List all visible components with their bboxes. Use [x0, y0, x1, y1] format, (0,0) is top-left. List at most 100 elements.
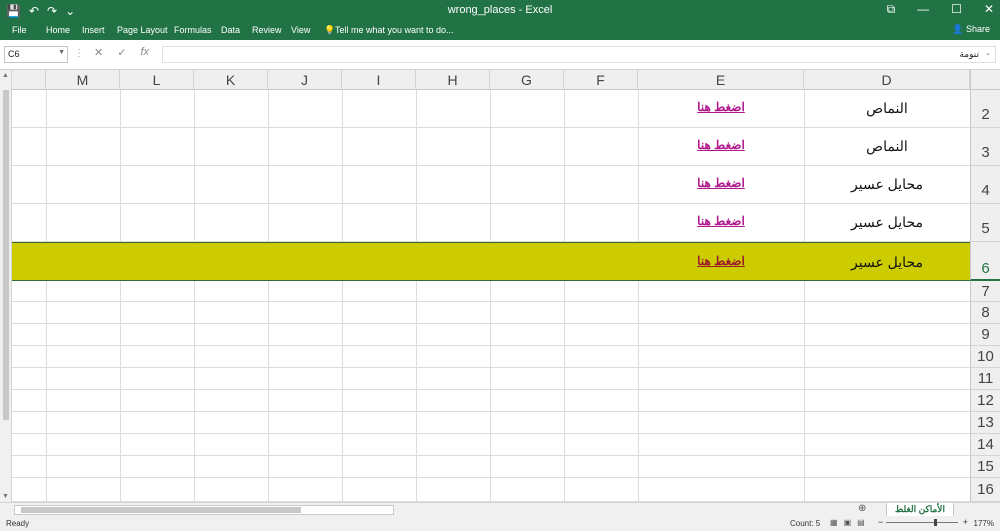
- tab-page-layout[interactable]: Page Layout: [117, 25, 168, 35]
- table-row[interactable]: [12, 478, 970, 502]
- hyperlink-cell[interactable]: اضغط هنا: [638, 254, 804, 268]
- tab-view[interactable]: View: [291, 25, 310, 35]
- window-title: wrong_places - Excel: [447, 4, 553, 16]
- column-header-m[interactable]: M: [46, 70, 120, 90]
- tab-formulas[interactable]: Formulas: [174, 25, 212, 35]
- row-header-selected[interactable]: 6: [970, 242, 1000, 281]
- window-controls: ⧉ — ☐ ✕: [887, 2, 994, 17]
- row-header[interactable]: 14: [970, 434, 1000, 456]
- column-header-d[interactable]: D: [804, 70, 970, 90]
- row-header[interactable]: 11: [970, 368, 1000, 390]
- normal-view-icon[interactable]: ▦: [830, 518, 838, 527]
- column-header-h[interactable]: H: [416, 70, 490, 90]
- zoom-slider[interactable]: − +: [878, 517, 968, 528]
- lightbulb-icon: 💡: [324, 25, 336, 35]
- sheet-tab-active[interactable]: الأماكن الغلط: [886, 503, 954, 517]
- tab-insert[interactable]: Insert: [82, 25, 105, 35]
- formula-buttons: ✕ ✓ fx: [94, 46, 149, 59]
- insert-function-icon[interactable]: fx: [140, 46, 149, 59]
- chevron-down-icon[interactable]: ▼: [58, 49, 65, 56]
- zoom-in-icon[interactable]: +: [963, 517, 968, 527]
- close-icon[interactable]: ✕: [984, 2, 994, 17]
- column-header-k[interactable]: K: [194, 70, 268, 90]
- enter-icon[interactable]: ✓: [117, 46, 126, 59]
- row-header[interactable]: 2: [970, 90, 1000, 128]
- table-row[interactable]: اضغط هنا النماص: [12, 128, 970, 166]
- tab-review[interactable]: Review: [252, 25, 282, 35]
- table-row[interactable]: [12, 346, 970, 368]
- hyperlink-cell[interactable]: اضغط هنا: [638, 138, 804, 152]
- row-header[interactable]: 7: [970, 281, 1000, 302]
- row-header[interactable]: 9: [970, 324, 1000, 346]
- hyperlink-cell[interactable]: اضغط هنا: [638, 100, 804, 114]
- row-header[interactable]: 10: [970, 346, 1000, 368]
- formula-bar-divider-icon: ⋮: [74, 48, 84, 59]
- city-cell[interactable]: النماص: [804, 138, 970, 155]
- tell-me-box[interactable]: Tell me what you want to do...: [335, 25, 454, 35]
- table-row[interactable]: [12, 324, 970, 346]
- tab-data[interactable]: Data: [221, 25, 240, 35]
- selected-row[interactable]: اضغط هنا محايل عسير: [12, 242, 970, 281]
- select-all-corner[interactable]: [970, 70, 1000, 90]
- scroll-down-icon[interactable]: ▼: [2, 493, 9, 500]
- table-row[interactable]: [12, 368, 970, 390]
- table-row[interactable]: [12, 390, 970, 412]
- worksheet-grid[interactable]: ▲ ▼ M L K J I H G F E D اضغط هنا النماص …: [0, 70, 1000, 502]
- row-header[interactable]: 8: [970, 302, 1000, 324]
- expand-formula-bar-icon[interactable]: ⌄: [985, 49, 991, 57]
- scroll-thumb[interactable]: [3, 90, 9, 420]
- zoom-out-icon[interactable]: −: [878, 517, 883, 527]
- new-sheet-icon[interactable]: ⊕: [858, 503, 866, 514]
- scroll-up-icon[interactable]: ▲: [2, 72, 9, 79]
- page-layout-view-icon[interactable]: ▣: [844, 518, 852, 527]
- vertical-scrollbar[interactable]: ▲ ▼: [0, 70, 12, 502]
- row-header[interactable]: 15: [970, 456, 1000, 478]
- column-header-g[interactable]: G: [490, 70, 564, 90]
- city-cell[interactable]: محايل عسير: [804, 214, 970, 231]
- row-header[interactable]: 3: [970, 128, 1000, 166]
- view-buttons: ▦ ▣ ▤: [830, 518, 865, 527]
- formula-input[interactable]: تنومة ⌄: [162, 46, 996, 63]
- table-row[interactable]: [12, 412, 970, 434]
- share-button[interactable]: 👤 Share: [952, 24, 990, 35]
- city-cell[interactable]: النماص: [804, 100, 970, 117]
- column-header-i[interactable]: I: [342, 70, 416, 90]
- name-box[interactable]: C6 ▼: [4, 46, 68, 63]
- table-row[interactable]: [12, 281, 970, 302]
- cell-area[interactable]: اضغط هنا النماص اضغط هنا النماص اضغط هنا…: [12, 90, 970, 502]
- table-row[interactable]: [12, 302, 970, 324]
- table-row[interactable]: اضغط هنا محايل عسير: [12, 204, 970, 242]
- horizontal-scrollbar[interactable]: [14, 505, 394, 515]
- cancel-icon[interactable]: ✕: [94, 46, 103, 59]
- hyperlink-cell[interactable]: اضغط هنا: [638, 176, 804, 190]
- column-header-f[interactable]: F: [564, 70, 638, 90]
- ribbon-tabs: File Home Insert Page Layout Formulas Da…: [0, 22, 1000, 40]
- hyperlink-cell[interactable]: اضغط هنا: [638, 214, 804, 228]
- column-header-e[interactable]: E: [638, 70, 804, 90]
- zoom-level[interactable]: 177%: [974, 519, 994, 528]
- table-row[interactable]: [12, 434, 970, 456]
- city-cell[interactable]: محايل عسير: [804, 254, 970, 271]
- row-header[interactable]: 13: [970, 412, 1000, 434]
- page-break-view-icon[interactable]: ▤: [857, 518, 865, 527]
- table-row[interactable]: اضغط هنا النماص: [12, 90, 970, 128]
- table-row[interactable]: [12, 456, 970, 478]
- column-header-blank[interactable]: [12, 70, 46, 90]
- zoom-knob[interactable]: [934, 519, 937, 526]
- city-cell[interactable]: محايل عسير: [804, 176, 970, 193]
- maximize-icon[interactable]: ☐: [951, 2, 962, 17]
- ribbon-display-icon[interactable]: ⧉: [887, 2, 896, 17]
- minimize-icon[interactable]: —: [917, 2, 929, 17]
- row-header[interactable]: 12: [970, 390, 1000, 412]
- row-header[interactable]: 4: [970, 166, 1000, 204]
- tab-file[interactable]: File: [12, 25, 27, 35]
- name-box-value: C6: [8, 49, 20, 59]
- horizontal-scroll-thumb[interactable]: [21, 507, 301, 513]
- table-row[interactable]: اضغط هنا محايل عسير: [12, 166, 970, 204]
- status-count: Count: 5: [790, 519, 821, 528]
- column-header-j[interactable]: J: [268, 70, 342, 90]
- column-header-l[interactable]: L: [120, 70, 194, 90]
- row-header[interactable]: 5: [970, 204, 1000, 242]
- row-header[interactable]: 16: [970, 478, 1000, 502]
- tab-home[interactable]: Home: [46, 25, 70, 35]
